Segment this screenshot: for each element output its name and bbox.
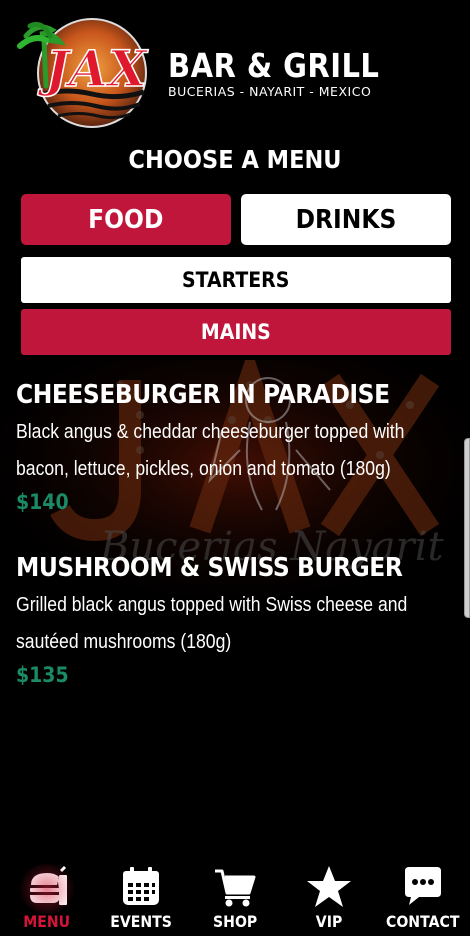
nav-item-vip[interactable]: VIP	[282, 852, 376, 936]
menu-item-price: $135	[16, 663, 69, 687]
menu-item: CHEESEBURGER IN PARADISE Black angus & c…	[16, 380, 456, 514]
nav-item-menu[interactable]: MENU	[0, 852, 94, 936]
menu-item-title: MUSHROOM & SWISS BURGER	[16, 553, 403, 583]
nav-label-shop: SHOP	[212, 912, 258, 931]
scroll-handle[interactable]	[464, 438, 470, 618]
menu-item-title: CHEESEBURGER IN PARADISE	[16, 380, 390, 410]
starters-section-button[interactable]: STARTERS	[21, 257, 451, 303]
menu-item-description: Grilled black angus topped with Swiss ch…	[16, 594, 408, 653]
bottom-nav: MENU EVENTS SHOP VIP CONTACT	[0, 852, 470, 936]
menu-item: MUSHROOM & SWISS BURGER Grilled black an…	[16, 553, 456, 687]
drinks-menu-label: DRINKS	[295, 204, 397, 235]
mains-section-button[interactable]: MAINS	[21, 309, 451, 355]
menu-item-price: $140	[16, 490, 69, 514]
brand-block: BAR & GRILL BUCERIAS - NAYARIT - MEXICO	[168, 46, 408, 100]
nav-item-events[interactable]: EVENTS	[94, 852, 188, 936]
menu-item-description: Black angus & cheddar cheeseburger toppe…	[16, 421, 405, 480]
nav-label-contact: CONTACT	[386, 912, 460, 931]
nav-item-shop[interactable]: SHOP	[188, 852, 282, 936]
star-icon	[306, 864, 352, 910]
nav-item-contact[interactable]: CONTACT	[376, 852, 470, 936]
choose-menu-heading: CHOOSE A MENU	[128, 145, 342, 174]
cart-icon	[212, 864, 258, 910]
nav-label-vip: VIP	[315, 912, 343, 931]
app-header: JAX BAR & GRILL BUCERIAS - NAYARIT - MEX…	[0, 0, 470, 140]
active-glow	[19, 864, 75, 914]
calendar-icon	[118, 864, 164, 910]
nav-label-menu: MENU	[23, 912, 71, 931]
food-menu-label: FOOD	[88, 204, 164, 235]
drinks-menu-button[interactable]: DRINKS	[241, 194, 451, 245]
jax-logo[interactable]: JAX	[16, 16, 150, 130]
nav-label-events: EVENTS	[110, 912, 172, 931]
brand-subtitle: BUCERIAS - NAYARIT - MEXICO	[168, 84, 372, 99]
brand-title: BAR & GRILL	[168, 46, 380, 85]
logo-wordmark: JAX	[37, 39, 148, 98]
food-menu-button[interactable]: FOOD	[21, 194, 231, 245]
starters-section-label: STARTERS	[182, 268, 290, 292]
mains-section-label: MAINS	[201, 320, 271, 344]
chat-icon	[400, 864, 446, 910]
